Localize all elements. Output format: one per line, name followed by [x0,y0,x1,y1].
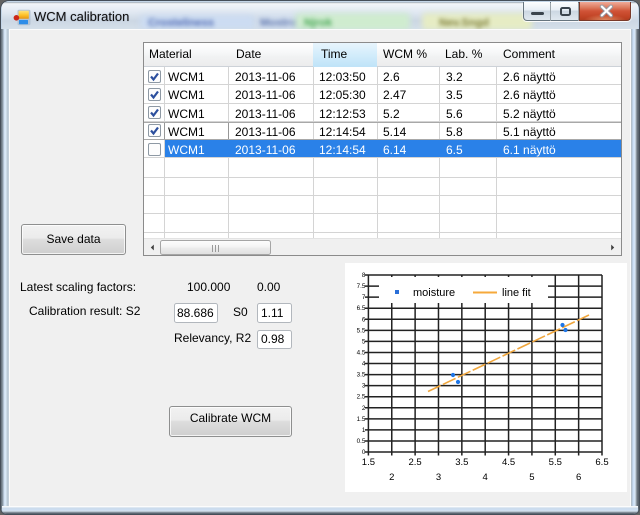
svg-text:6.5: 6.5 [595,457,608,468]
svg-text:3.5: 3.5 [357,372,366,379]
svg-text:3: 3 [362,383,366,390]
svg-text:6: 6 [362,316,366,323]
svg-text:4: 4 [483,472,488,483]
svg-text:7: 7 [362,294,366,301]
svg-text:7.5: 7.5 [357,283,366,290]
svg-text:2: 2 [362,405,366,412]
svg-text:2.5: 2.5 [357,394,366,401]
svg-text:5: 5 [362,338,366,345]
svg-text:1: 1 [362,427,366,434]
svg-text:1.5: 1.5 [357,416,366,423]
svg-text:line fit: line fit [502,287,531,299]
svg-text:3.5: 3.5 [455,457,468,468]
svg-text:5: 5 [529,472,534,483]
svg-text:5.5: 5.5 [549,457,562,468]
svg-text:0: 0 [362,449,366,456]
svg-text:2.5: 2.5 [409,457,422,468]
svg-text:1.5: 1.5 [362,457,375,468]
svg-text:4: 4 [362,361,366,368]
svg-text:4.5: 4.5 [357,349,366,356]
svg-text:6.5: 6.5 [357,305,366,312]
svg-text:3: 3 [436,472,441,483]
svg-text:moisture: moisture [413,287,455,299]
svg-text:2: 2 [389,472,394,483]
svg-text:5.5: 5.5 [357,327,366,334]
svg-text:6: 6 [576,472,581,483]
svg-text:0.5: 0.5 [357,438,366,445]
svg-text:8: 8 [362,272,366,279]
svg-text:4.5: 4.5 [502,457,515,468]
